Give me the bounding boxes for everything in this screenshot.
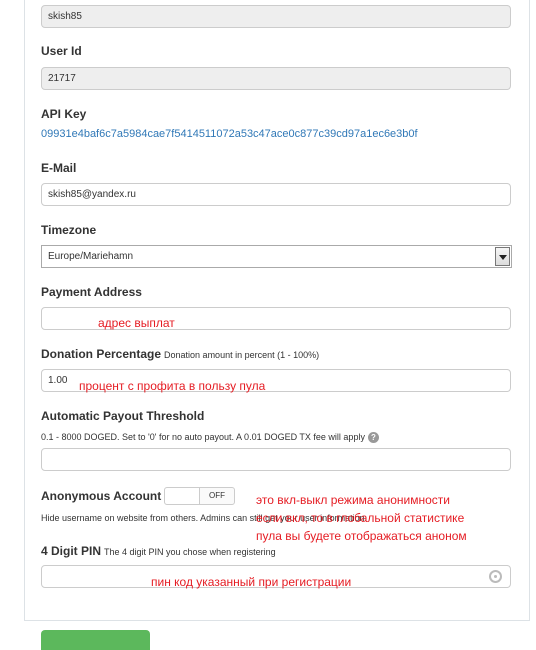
timezone-label: Timezone — [41, 223, 97, 237]
anon-annotation: это вкл-выкл режима анонимности если вкл… — [256, 491, 467, 545]
apikey-value[interactable]: 09931e4baf6c7a5984cae7f5414511072a53c47a… — [41, 128, 418, 140]
username-field: skish85 — [41, 5, 511, 28]
userid-field: 21717 — [41, 67, 511, 90]
donation-sublabel: Donation amount in percent (1 - 100%) — [164, 350, 320, 360]
anon-annotation-line: если вкл, то в глобальной статистике — [256, 511, 465, 525]
chevron-down-icon[interactable] — [495, 247, 510, 266]
payout-threshold-field[interactable] — [41, 448, 511, 471]
timezone-selected-value: Europe/Mariehamn — [48, 251, 134, 262]
update-account-button[interactable] — [41, 630, 150, 650]
email-field[interactable]: skish85@yandex.ru — [41, 183, 511, 206]
question-icon[interactable]: ? — [367, 432, 379, 444]
payout-label: Automatic Payout Threshold — [41, 409, 205, 423]
pin-label: 4 Digit PIN The 4 digit PIN you chose whe… — [41, 544, 276, 558]
anonymous-toggle[interactable]: OFF — [164, 487, 235, 505]
donation-label-text: Donation Percentage — [41, 347, 162, 361]
pin-sublabel: The 4 digit PIN you chose when registeri… — [104, 547, 276, 557]
payout-help: 0.1 - 8000 DOGED. Set to '0' for no auto… — [41, 432, 379, 444]
anon-annotation-line: пула вы будете отображаться аноном — [256, 529, 467, 543]
donation-label: Donation Percentage Donation amount in pe… — [41, 347, 319, 361]
toggle-state-label: OFF — [209, 491, 225, 500]
email-label: E-Mail — [41, 161, 77, 175]
anon-annotation-line: это вкл-выкл режима анонимности — [256, 493, 450, 507]
donation-annotation: процент с профита в пользу пула — [79, 379, 266, 393]
password-reveal-icon[interactable] — [489, 570, 502, 583]
payout-help-text: 0.1 - 8000 DOGED. Set to '0' for no auto… — [41, 432, 365, 442]
apikey-label: API Key — [41, 107, 87, 121]
pin-label-text: 4 Digit PIN — [41, 544, 102, 558]
payment-label: Payment Address — [41, 285, 142, 299]
toggle-knob[interactable] — [165, 488, 200, 504]
timezone-select[interactable]: Europe/Mariehamn — [41, 245, 512, 268]
anon-label: Anonymous Account — [41, 489, 162, 503]
userid-label: User Id — [41, 44, 82, 58]
payment-annotation: адрес выплат — [98, 316, 175, 330]
pin-annotation: пин код указанный при регистрации — [151, 575, 352, 589]
